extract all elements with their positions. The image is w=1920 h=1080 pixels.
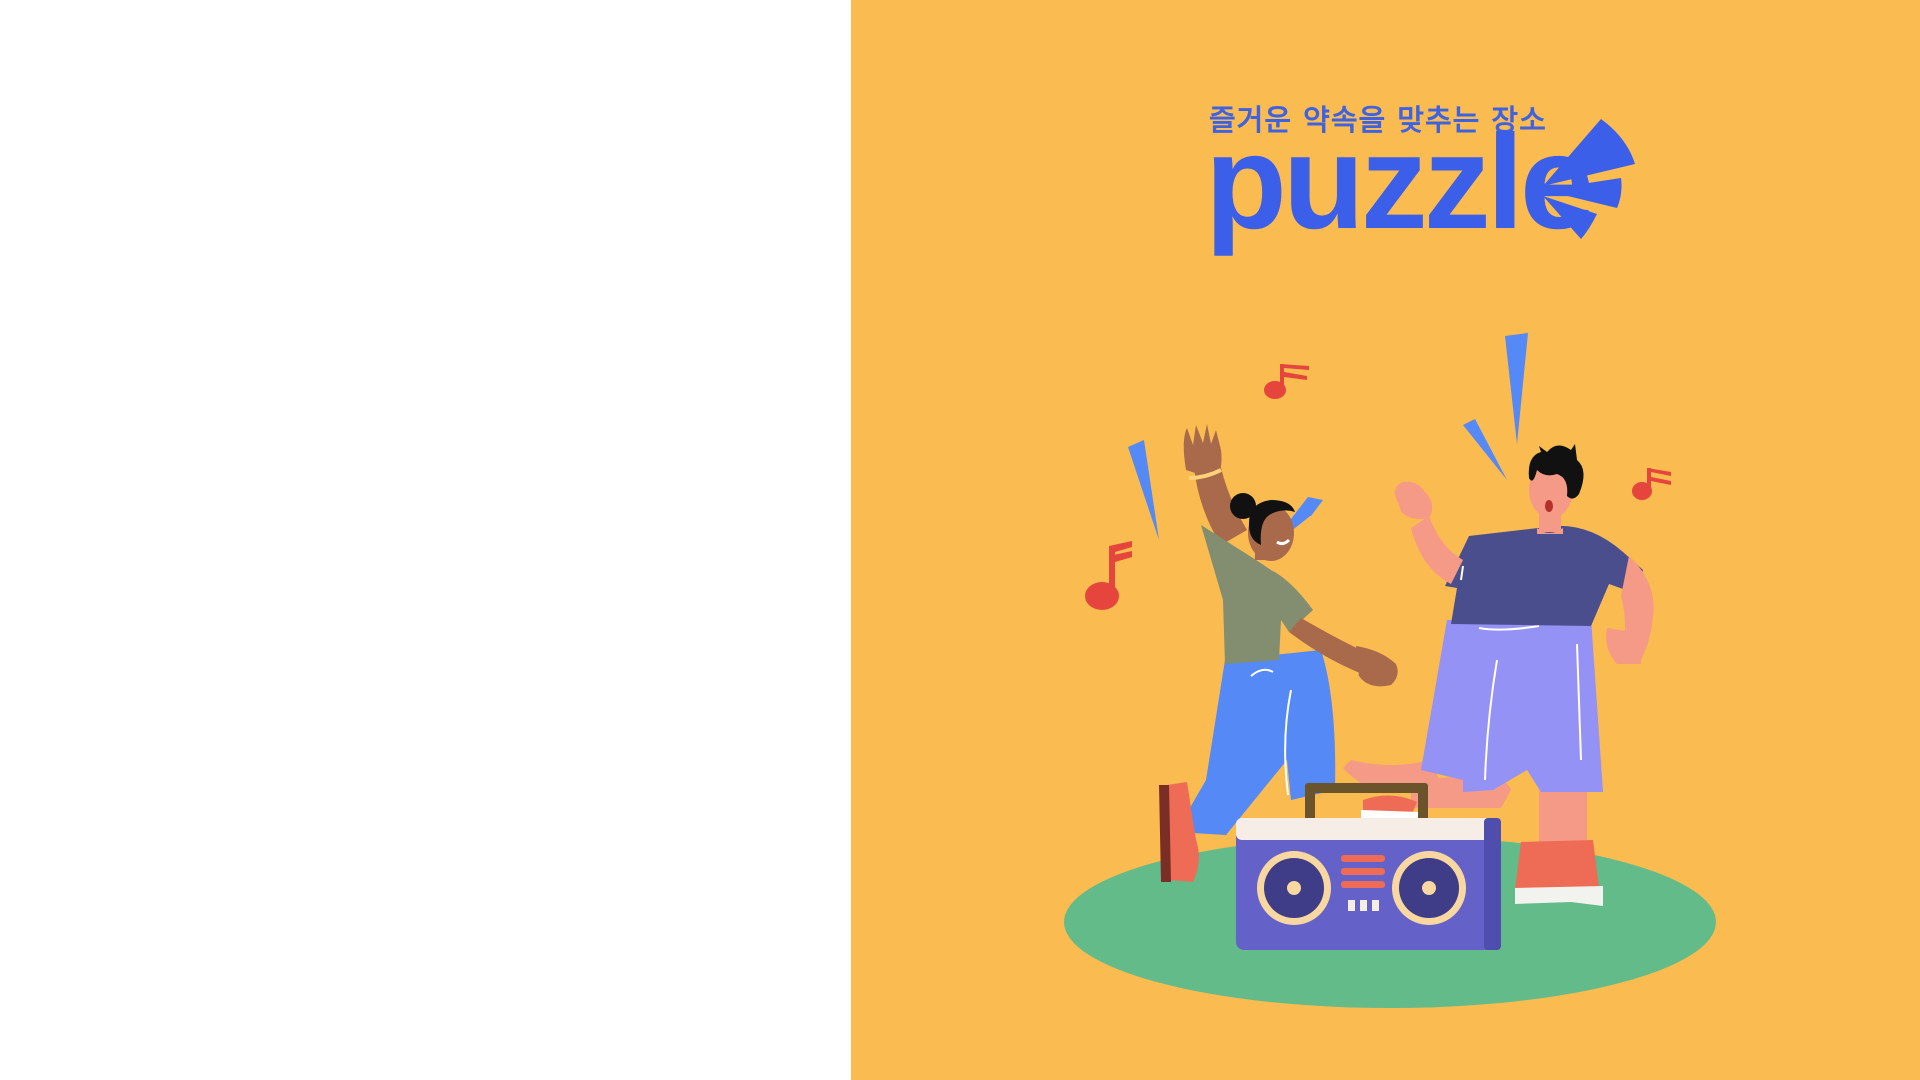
- music-note-icon: [1264, 364, 1309, 399]
- dancing-illustration: [1064, 333, 1716, 1008]
- spark-icon: [1128, 440, 1159, 540]
- music-note-icon: [1085, 541, 1132, 610]
- spark-icon: [1505, 333, 1528, 444]
- hero-panel: 즐거운 약속을 맞추는 장소 puzzle: [851, 0, 1920, 1080]
- music-note-icon: [1632, 468, 1671, 500]
- blank-panel: [0, 0, 851, 1080]
- page: 즐거운 약속을 맞추는 장소 puzzle: [0, 0, 1920, 1080]
- spark-icon: [1463, 419, 1507, 480]
